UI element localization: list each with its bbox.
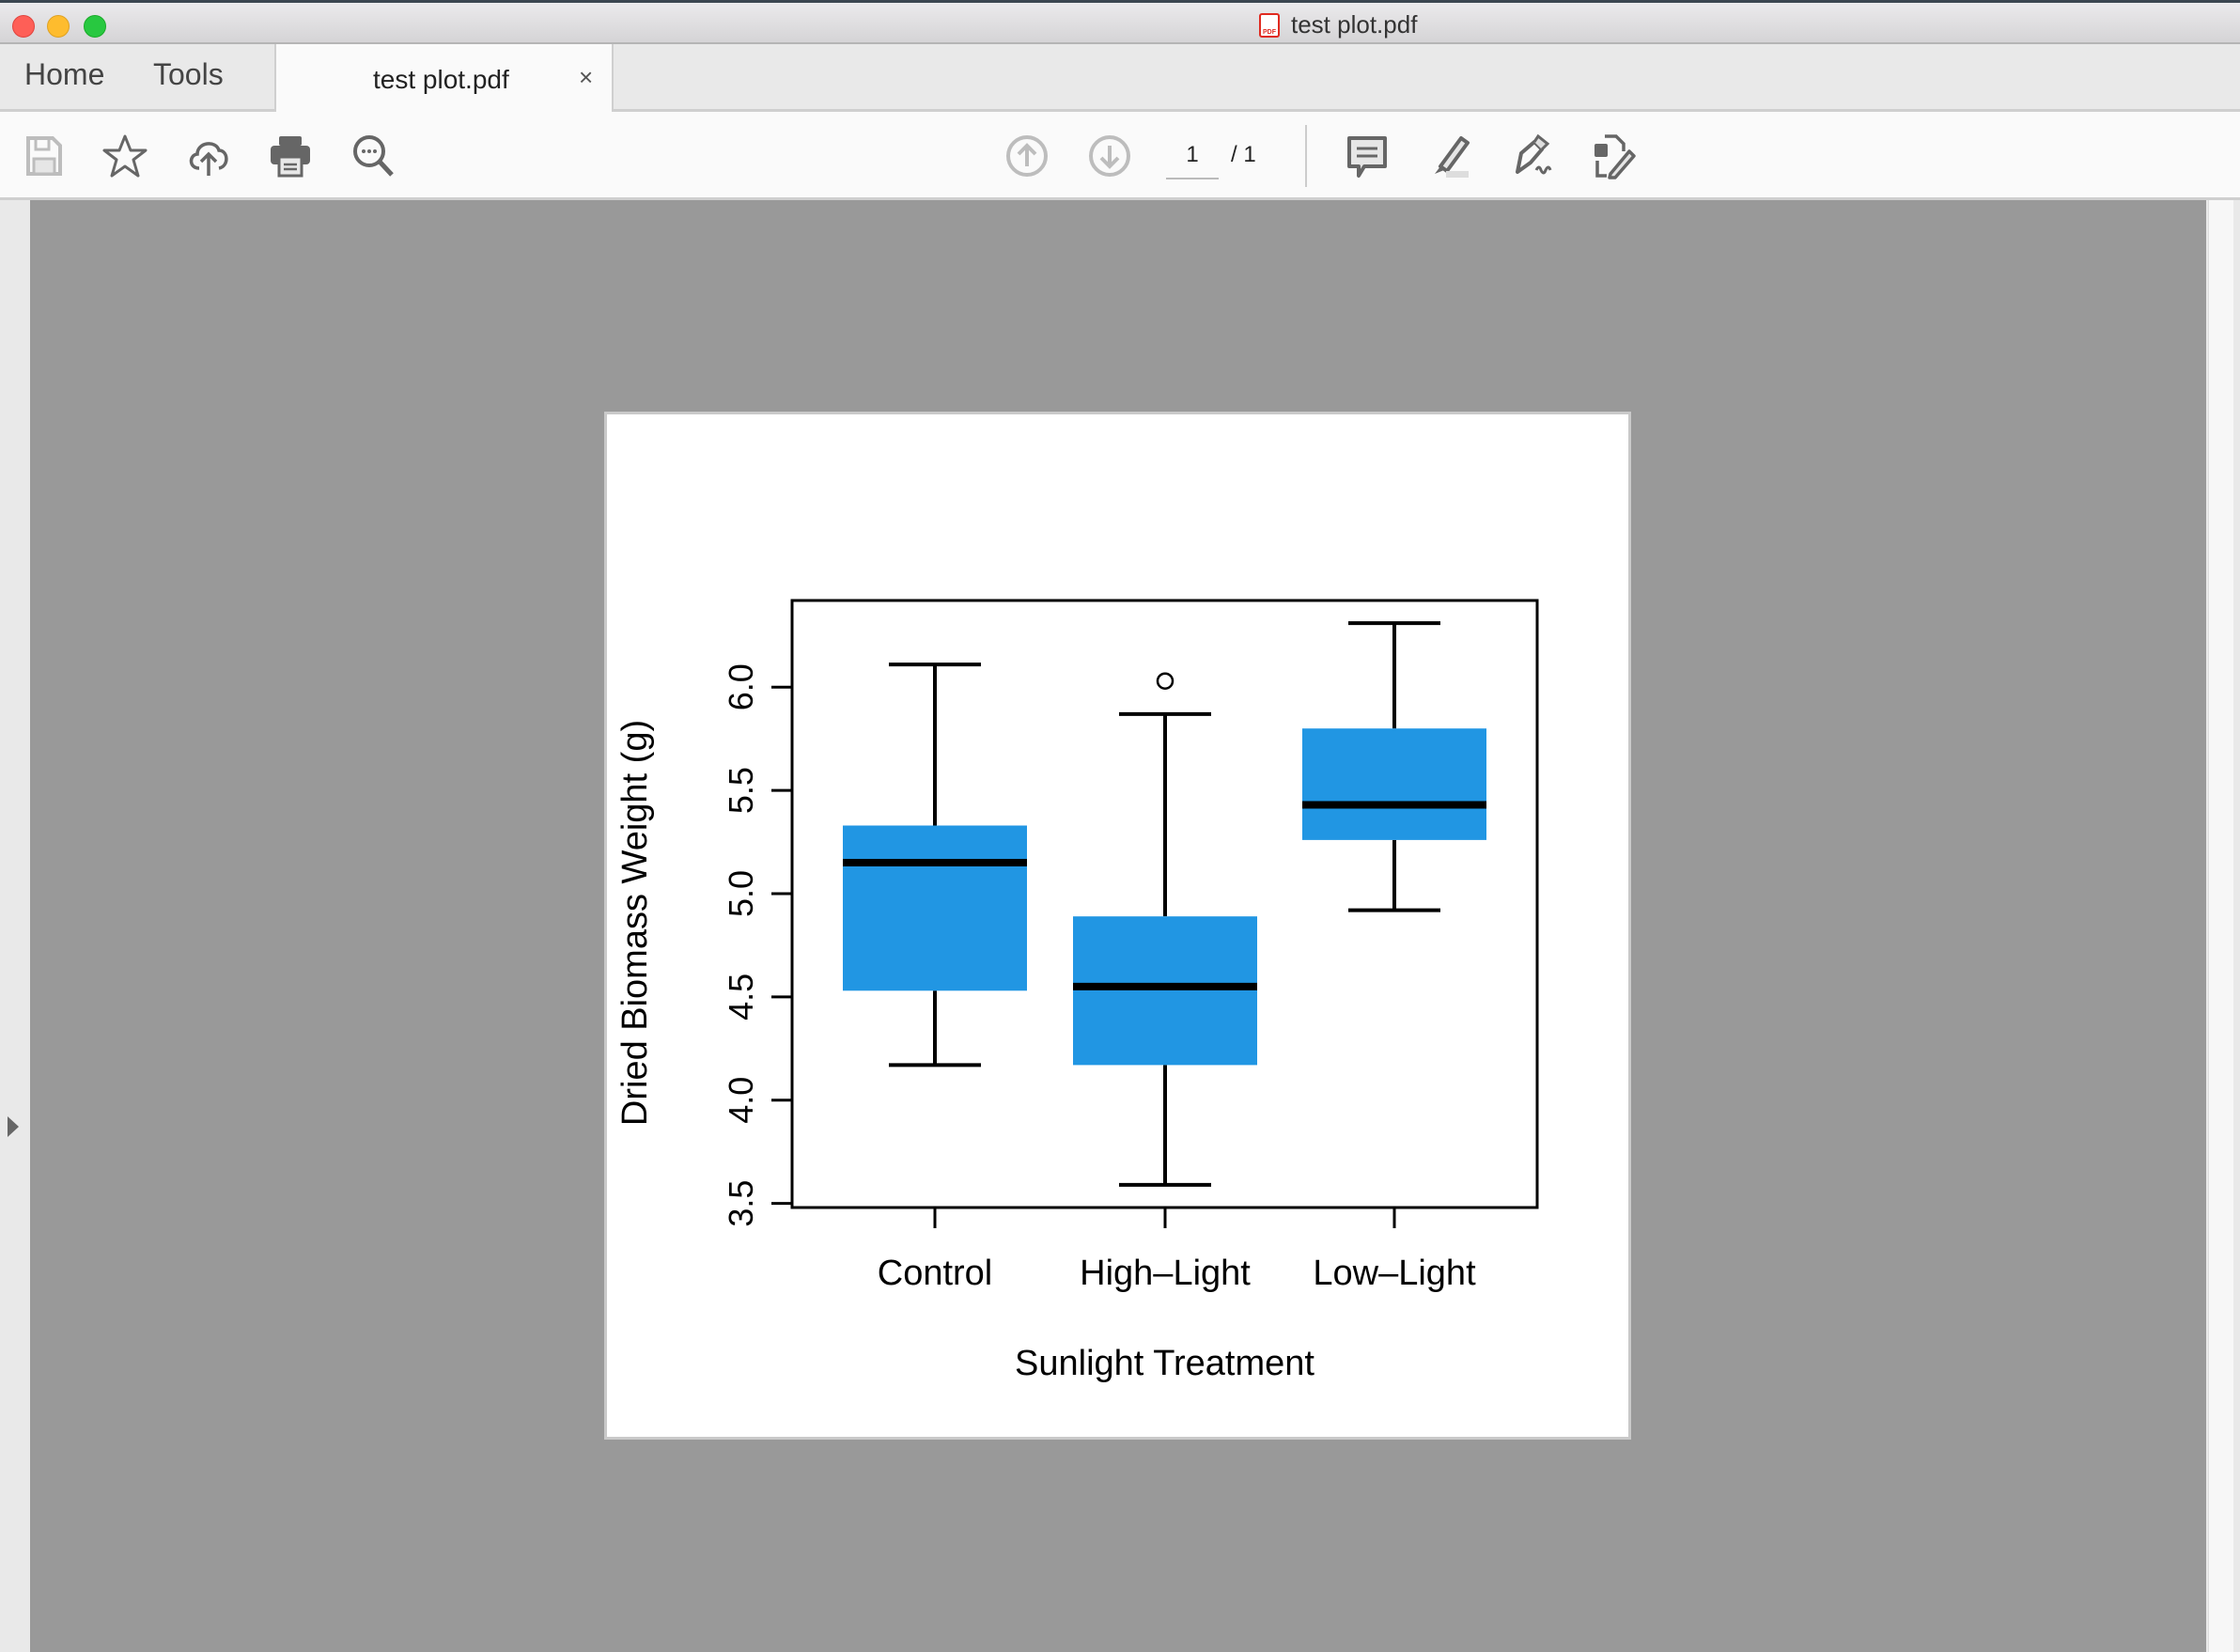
- previous-page-icon[interactable]: [1003, 132, 1050, 179]
- box-1: [1073, 916, 1257, 1066]
- zoom-search-icon[interactable]: [350, 132, 397, 179]
- y-tick-label: 5.5: [722, 767, 760, 814]
- x-tick-label: Low–Light: [1313, 1254, 1476, 1293]
- edit-pdf-icon[interactable]: [1590, 132, 1637, 179]
- y-tick-label: 4.0: [722, 1077, 760, 1124]
- y-tick-label: 5.0: [722, 870, 760, 917]
- page-total: / 1: [1231, 142, 1256, 167]
- y-axis-title: Dried Biomass Weight (g): [615, 720, 655, 1126]
- boxplot-chart: 3.5 4.0 4.5 5.0 5.5 6.0 Control High–Light Low–L…: [615, 599, 1539, 1383]
- y-tick-label: 3.5: [722, 1180, 760, 1227]
- close-window-button[interactable]: [12, 15, 35, 38]
- current-page-input[interactable]: 1: [1166, 142, 1219, 179]
- minimize-window-button[interactable]: [47, 15, 70, 38]
- vertical-scrollbar[interactable]: [2208, 200, 2233, 1652]
- zoom-window-button[interactable]: [84, 15, 106, 38]
- tab-document[interactable]: test plot.pdf ×: [274, 44, 614, 112]
- window-title: PDF test plot.pdf: [1259, 10, 1417, 39]
- tab-bar: Home Tools test plot.pdf ×: [0, 44, 2240, 112]
- box-2: [1302, 728, 1486, 840]
- pdf-file-icon: PDF: [1259, 12, 1280, 38]
- outlier-point: [1156, 672, 1174, 690]
- tab-document-label: test plot.pdf: [373, 65, 509, 94]
- pdf-page: 3.5 4.0 4.5 5.0 5.5 6.0 Control High–Light Low–L…: [604, 412, 1631, 1440]
- close-tab-icon[interactable]: ×: [579, 63, 593, 92]
- y-tick-label: 6.0: [722, 663, 760, 710]
- left-panel-toggle[interactable]: [0, 200, 30, 1652]
- highlight-icon[interactable]: [1425, 132, 1472, 179]
- next-page-icon[interactable]: [1086, 132, 1133, 179]
- window-titlebar: PDF test plot.pdf: [0, 0, 2240, 44]
- expand-panel-icon: [8, 1116, 19, 1137]
- toolbar-divider: [1305, 125, 1307, 187]
- save-icon[interactable]: [21, 132, 68, 179]
- cloud-upload-icon[interactable]: [185, 132, 232, 179]
- x-tick-label: High–Light: [1080, 1254, 1251, 1293]
- tab-tools[interactable]: Tools: [153, 57, 224, 92]
- sign-icon[interactable]: [1508, 132, 1555, 179]
- comment-icon[interactable]: [1344, 132, 1391, 179]
- x-axis-title: Sunlight Treatment: [1015, 1344, 1314, 1383]
- window-title-text: test plot.pdf: [1291, 10, 1418, 39]
- print-icon[interactable]: [267, 132, 314, 179]
- y-tick-label: 4.5: [722, 974, 760, 1021]
- bookmark-star-icon[interactable]: [101, 132, 148, 179]
- box-0: [843, 825, 1027, 991]
- x-tick-label: Control: [878, 1254, 993, 1293]
- tab-home[interactable]: Home: [24, 57, 104, 92]
- toolbar: 1 / 1: [0, 112, 2240, 200]
